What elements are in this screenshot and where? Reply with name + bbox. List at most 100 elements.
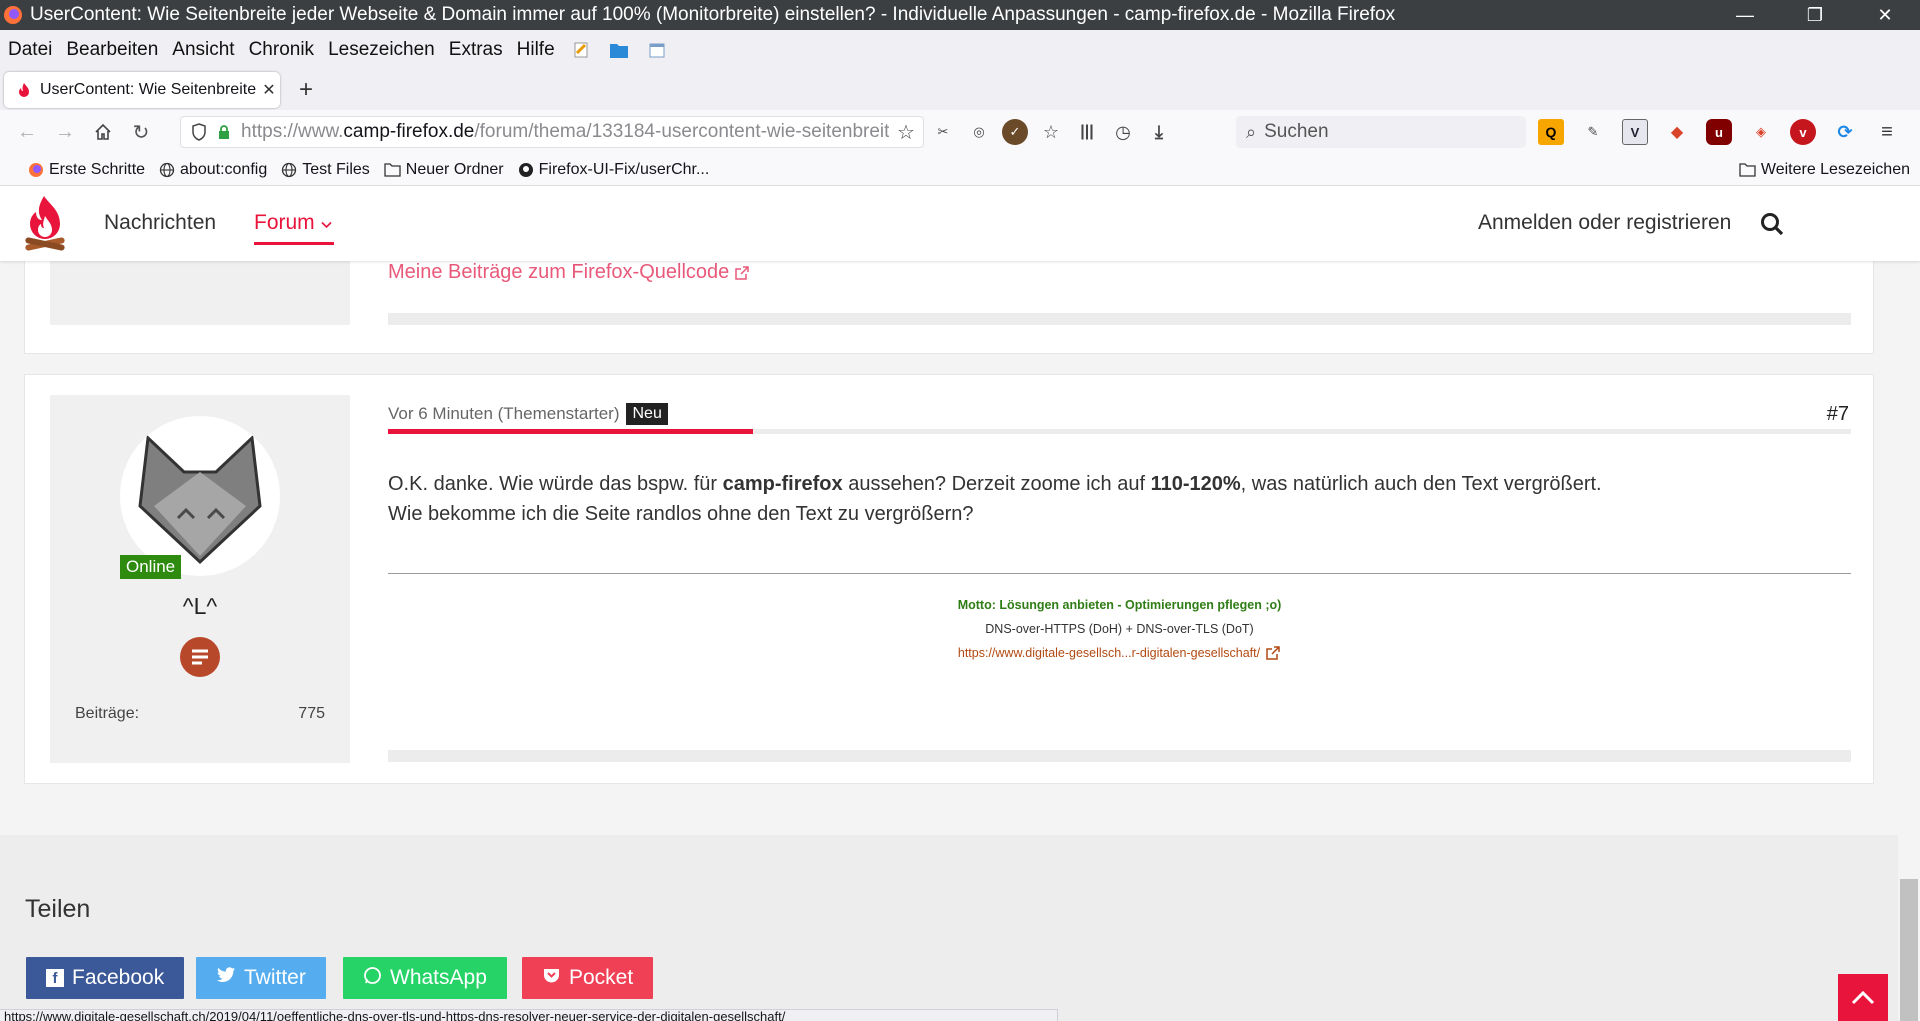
library-icon[interactable]: |||: [1074, 119, 1100, 145]
patch-extension-icon[interactable]: ◈: [1748, 119, 1774, 145]
restore-icon[interactable]: ❐: [1780, 0, 1850, 30]
menu-hilfe[interactable]: Hilfe: [510, 39, 562, 61]
toolbar-extensions-right: Q ✎ V ◆ u ◈ v ⟳ ≡: [1538, 116, 1900, 148]
eraser-extension-icon[interactable]: ◆: [1664, 119, 1690, 145]
ublock-icon[interactable]: u: [1706, 119, 1732, 145]
bookmark-firefox-ui-fix[interactable]: Firefox-UI-Fix/userChr...: [518, 161, 709, 179]
tab-active[interactable]: UserContent: Wie Seitenbreite jeder Webs…: [4, 72, 280, 108]
cookie-extension-icon[interactable]: ✓: [1002, 119, 1028, 145]
scrollbar-thumb[interactable]: [1900, 879, 1918, 1021]
globe-icon: [159, 162, 175, 177]
bookmark-test-files[interactable]: Test Files: [281, 161, 370, 179]
tracking-protection-icon[interactable]: [185, 123, 213, 141]
sync-extension-icon[interactable]: ⟳: [1832, 119, 1858, 145]
login-register-link[interactable]: Anmelden oder registrieren: [1478, 211, 1731, 235]
nav-nachrichten[interactable]: Nachrichten: [104, 211, 216, 235]
post-progress-fill: [388, 429, 753, 434]
tab-close-icon[interactable]: ✕: [258, 80, 280, 100]
downloads-icon[interactable]: ⤓: [1146, 119, 1172, 145]
twitter-icon: [216, 966, 236, 990]
author-name[interactable]: ^L^: [50, 593, 350, 620]
mask-icon[interactable]: ◎: [966, 119, 992, 145]
zoom-extension-icon[interactable]: Q: [1538, 119, 1564, 145]
online-badge: Online: [120, 555, 182, 579]
facebook-icon: f: [46, 969, 64, 987]
bookmark-weitere-lesezeichen[interactable]: Weitere Lesezeichen: [1739, 161, 1910, 179]
share-facebook-button[interactable]: f Facebook: [26, 957, 185, 999]
signature-divider: [388, 573, 1851, 574]
menu-ansicht[interactable]: Ansicht: [165, 39, 241, 61]
tab-strip: UserContent: Wie Seitenbreite jeder Webs…: [0, 70, 1920, 110]
signature-link[interactable]: https://www.digitale-gesellsch...r-digit…: [388, 641, 1851, 665]
posts-count: 775: [298, 705, 325, 722]
signature-motto: Motto: Lösungen anbieten - Optimierungen…: [957, 598, 1282, 612]
share-whatsapp-button[interactable]: WhatsApp: [343, 957, 507, 999]
whatsapp-icon: [363, 966, 382, 991]
folder-icon: [384, 163, 401, 177]
posts-label: Beiträge:: [75, 705, 140, 722]
home-icon[interactable]: [84, 115, 122, 149]
firefox-sourcecode-link[interactable]: Meine Beiträge zum Firefox-Quellcode: [388, 261, 750, 284]
close-window-icon[interactable]: ✕: [1850, 0, 1920, 30]
calendar-icon[interactable]: [646, 39, 668, 61]
post-footer-bar: [388, 313, 1851, 325]
notepad-icon[interactable]: [570, 39, 592, 61]
reading-list-icon[interactable]: ☆: [1038, 119, 1064, 145]
avatar[interactable]: [120, 416, 280, 576]
share-pocket-button[interactable]: Pocket: [522, 957, 654, 999]
rank-icon: [180, 637, 220, 677]
fox-avatar-icon: [138, 434, 262, 565]
nav-forum[interactable]: Forum: [254, 211, 332, 235]
screenshot-icon[interactable]: ✂: [930, 119, 956, 145]
new-tab-icon[interactable]: +: [290, 74, 322, 106]
window-title: UserContent: Wie Seitenbreite jeder Webs…: [30, 4, 1396, 25]
back-icon[interactable]: ←: [8, 115, 46, 149]
post-card: Online ^L^ Beiträge: 775 Vor 6 Minuten (…: [24, 374, 1874, 784]
external-link-icon: [1266, 646, 1280, 660]
menu-bearbeiten[interactable]: Bearbeiten: [59, 39, 165, 61]
tab-title: UserContent: Wie Seitenbreite jeder Webs…: [40, 81, 258, 98]
bookmark-star-icon[interactable]: ☆: [889, 120, 923, 145]
page-scrollbar[interactable]: [1898, 186, 1920, 1021]
search-bar[interactable]: ⌕ Suchen: [1236, 116, 1526, 148]
menu-chronik[interactable]: Chronik: [242, 39, 321, 61]
menu-extras[interactable]: Extras: [442, 39, 510, 61]
bookmarks-bar: Erste Schritte about:config Test Files N…: [0, 154, 1920, 186]
vivaldi-extension-icon[interactable]: v: [1790, 119, 1816, 145]
menu-datei[interactable]: Datei: [0, 39, 59, 61]
globe-icon: [282, 162, 297, 177]
author-sidebar: Online ^L^ Beiträge: 775: [50, 395, 350, 763]
bookmark-folder-neuer-ordner[interactable]: Neuer Ordner: [384, 161, 504, 179]
url-bar[interactable]: https://www.camp-firefox.de/forum/thema/…: [180, 116, 924, 148]
reload-icon[interactable]: ↻: [122, 115, 160, 149]
camp-firefox-favicon-icon: [19, 83, 29, 97]
new-badge: Neu: [626, 403, 668, 425]
site-search-icon[interactable]: [1760, 212, 1784, 241]
bookmark-erste-schritte[interactable]: Erste Schritte: [28, 161, 145, 179]
scroll-to-top-button[interactable]: [1838, 974, 1888, 1021]
post-time[interactable]: Vor 6 Minuten (Themenstarter): [388, 404, 619, 424]
menu-lesezeichen[interactable]: Lesezeichen: [321, 39, 442, 61]
hamburger-menu-icon[interactable]: ≡: [1874, 119, 1900, 145]
github-icon: [518, 162, 533, 177]
external-link-icon: [735, 265, 750, 280]
history-icon[interactable]: ◷: [1110, 119, 1136, 145]
post-meta: Vor 6 Minuten (Themenstarter) Neu: [388, 403, 668, 425]
url-text[interactable]: https://www.camp-firefox.de/forum/thema/…: [241, 121, 889, 143]
window-titlebar: UserContent: Wie Seitenbreite jeder Webs…: [0, 0, 1920, 30]
bookmark-about-config[interactable]: about:config: [159, 161, 267, 179]
lock-icon[interactable]: [213, 124, 235, 140]
share-twitter-button[interactable]: Twitter: [196, 957, 326, 999]
post-number[interactable]: #7: [1827, 403, 1849, 426]
post-body: O.K. danke. Wie würde das bspw. für camp…: [388, 469, 1848, 529]
camp-firefox-logo[interactable]: [22, 194, 68, 254]
chevron-down-icon: [321, 211, 332, 235]
forward-icon[interactable]: →: [46, 115, 84, 149]
minimize-icon[interactable]: —: [1710, 0, 1780, 30]
folder-icon[interactable]: [608, 39, 630, 61]
v-extension-icon[interactable]: V: [1622, 119, 1648, 145]
folder-icon: [1739, 163, 1756, 177]
search-input[interactable]: Suchen: [1264, 121, 1328, 143]
edit-extension-icon[interactable]: ✎: [1580, 119, 1606, 145]
menu-bar: Datei Bearbeiten Ansicht Chronik Lesezei…: [0, 30, 1920, 70]
